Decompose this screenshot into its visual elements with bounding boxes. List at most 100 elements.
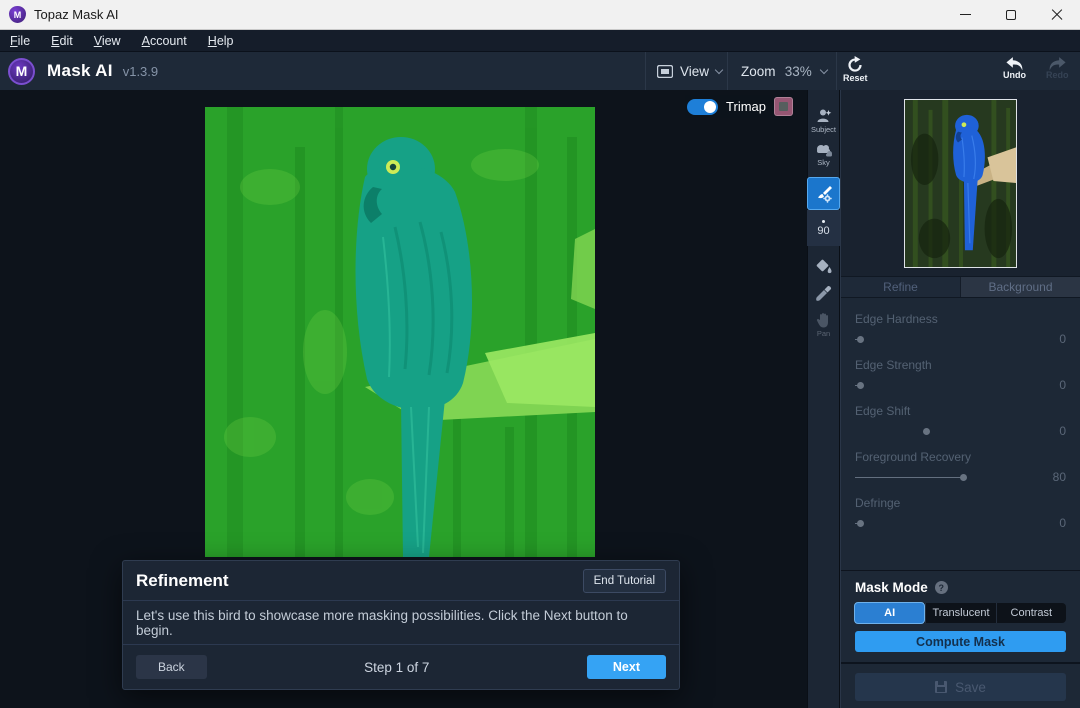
canvas-image-trimap-parrot[interactable] — [205, 107, 595, 557]
sky-tool-label: Sky — [817, 158, 830, 167]
maximize-icon — [1006, 10, 1016, 20]
mask-mode-ai[interactable]: AI — [854, 602, 925, 624]
subject-person-icon — [816, 108, 832, 124]
app-header: M Mask AI v1.3.9 View Zoom 33% Reset — [0, 52, 1080, 90]
slider-track[interactable] — [855, 428, 1024, 435]
minimize-button[interactable] — [942, 0, 988, 29]
pan-tool-button[interactable]: Pan — [807, 312, 840, 338]
eyedropper-tool-button[interactable] — [807, 285, 840, 302]
eyedropper-icon — [815, 285, 832, 302]
slider-track[interactable] — [855, 474, 1024, 481]
header-divider — [645, 52, 646, 90]
preview-thumbnail-parrot[interactable] — [904, 99, 1017, 268]
menu-account[interactable]: Account — [142, 34, 187, 48]
redo-label: Redo — [1046, 70, 1069, 80]
pan-tool-label: Pan — [817, 329, 830, 338]
slider-value: 0 — [1040, 332, 1066, 346]
app-name: Mask AI — [47, 61, 113, 81]
undo-button[interactable]: Undo — [1003, 56, 1026, 80]
subject-tool-label: Subject — [811, 125, 836, 134]
app-logo-icon: M — [9, 6, 26, 23]
toggle-knob-icon — [704, 101, 716, 113]
back-button[interactable]: Back — [136, 655, 207, 679]
brush-size-dot-icon — [822, 220, 825, 223]
tab-background[interactable]: Background — [961, 277, 1080, 297]
slider-knob[interactable] — [857, 520, 864, 527]
redo-button[interactable]: Redo — [1046, 56, 1069, 80]
slider-fill — [855, 477, 963, 479]
trimap-color-swatch[interactable] — [774, 97, 793, 116]
brush-size-value: 90 — [817, 225, 829, 237]
reset-icon — [846, 56, 864, 74]
view-dropdown[interactable]: View — [657, 52, 722, 90]
paint-bucket-icon — [815, 258, 833, 275]
undo-label: Undo — [1003, 70, 1026, 80]
slider-value: 0 — [1040, 378, 1066, 392]
tool-strip: Subject Sky — [807, 90, 840, 708]
slider-label: Edge Hardness — [855, 312, 1066, 326]
close-button[interactable] — [1034, 0, 1080, 29]
window-controls — [942, 0, 1080, 29]
chevron-down-icon — [715, 65, 723, 73]
swatch-inner-icon — [779, 102, 788, 111]
chevron-down-icon — [820, 65, 828, 73]
menu-help[interactable]: Help — [208, 34, 234, 48]
header-divider — [727, 52, 728, 90]
reset-button[interactable]: Reset — [843, 56, 868, 83]
next-button[interactable]: Next — [587, 655, 666, 679]
view-mode-icon — [657, 65, 673, 78]
step-indicator: Step 1 of 7 — [207, 660, 587, 675]
title-bar: M Topaz Mask AI — [0, 0, 1080, 30]
tutorial-footer: Back Step 1 of 7 Next — [123, 645, 679, 689]
zoom-value: 33% — [785, 64, 812, 79]
fill-bucket-tool-button[interactable] — [807, 258, 840, 275]
mask-mode-segmented-control: AI Translucent Contrast — [855, 603, 1066, 623]
brush-tool-button[interactable] — [807, 177, 840, 210]
menu-file[interactable]: File — [10, 34, 30, 48]
tab-refine[interactable]: Refine — [841, 277, 961, 297]
slider-label: Edge Shift — [855, 404, 1066, 418]
maximize-button[interactable] — [988, 0, 1034, 29]
pan-hand-icon — [816, 312, 831, 328]
maskai-logo-icon: M — [8, 58, 35, 85]
help-icon[interactable]: ? — [935, 581, 948, 594]
brush-settings-icon — [815, 185, 833, 203]
slider-foreground-recovery: Foreground Recovery 80 — [855, 450, 1066, 484]
trimap-toggle[interactable] — [687, 99, 718, 115]
slider-track[interactable] — [855, 382, 1024, 389]
mask-mode-translucent[interactable]: Translucent — [925, 603, 995, 623]
slider-knob[interactable] — [923, 428, 930, 435]
zoom-label: Zoom — [741, 64, 776, 79]
mask-mode-title: Mask Mode — [855, 580, 928, 595]
slider-knob[interactable] — [857, 336, 864, 343]
slider-track[interactable] — [855, 520, 1024, 527]
tutorial-header: Refinement End Tutorial — [123, 561, 679, 601]
reset-label: Reset — [843, 73, 868, 83]
panel-tabs: Refine Background — [841, 276, 1080, 298]
slider-track[interactable] — [855, 336, 1024, 343]
subject-tool-button[interactable]: Subject — [807, 108, 840, 134]
menu-view[interactable]: View — [94, 34, 121, 48]
zoom-dropdown[interactable]: Zoom 33% — [741, 52, 827, 90]
slider-edge-strength: Edge Strength 0 — [855, 358, 1066, 392]
save-button[interactable]: Save — [855, 673, 1066, 701]
sky-tool-button[interactable]: Sky — [807, 144, 840, 167]
brush-size-indicator[interactable]: 90 — [807, 210, 840, 246]
redo-icon — [1046, 56, 1068, 71]
slider-edge-hardness: Edge Hardness 0 — [855, 312, 1066, 346]
mask-mode-contrast[interactable]: Contrast — [996, 603, 1066, 623]
minimize-icon — [960, 14, 971, 15]
slider-knob[interactable] — [960, 474, 967, 481]
menu-bar: File Edit View Account Help — [0, 30, 1080, 52]
slider-knob[interactable] — [857, 382, 864, 389]
compute-mask-button[interactable]: Compute Mask — [855, 631, 1066, 652]
preview-section — [841, 90, 1080, 276]
close-icon — [1051, 9, 1063, 21]
menu-edit[interactable]: Edit — [51, 34, 73, 48]
end-tutorial-button[interactable]: End Tutorial — [583, 569, 666, 593]
trimap-control: Trimap — [685, 95, 795, 118]
save-disk-icon — [935, 681, 947, 693]
slider-value: 0 — [1040, 424, 1066, 438]
slider-label: Defringe — [855, 496, 1066, 510]
undo-icon — [1004, 56, 1026, 71]
